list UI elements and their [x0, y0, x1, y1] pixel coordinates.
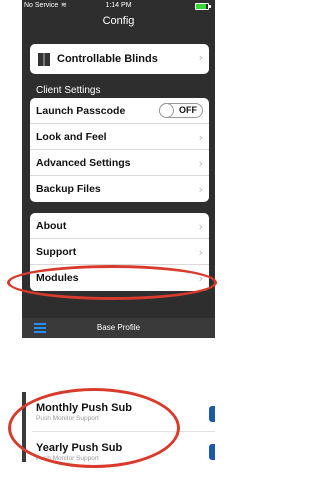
blinds-group: Controllable Blinds › — [30, 44, 209, 74]
look-and-feel-label: Look and Feel — [36, 130, 107, 143]
buy-button-monthly[interactable] — [209, 406, 215, 422]
toggle-state-label: OFF — [179, 105, 197, 115]
support-label: Support — [36, 245, 77, 258]
look-and-feel-row[interactable]: Look and Feel › — [30, 124, 209, 150]
toggle-knob — [159, 103, 174, 118]
controllable-blinds-row[interactable]: Controllable Blinds › — [30, 44, 209, 74]
about-row[interactable]: About › — [30, 213, 209, 239]
status-time: 1:14 PM — [105, 2, 132, 9]
advanced-settings-row[interactable]: Advanced Settings › — [30, 150, 209, 176]
about-label: About — [36, 219, 67, 232]
tab-bar: Base Profile — [22, 318, 215, 338]
backup-files-row[interactable]: Backup Files › — [30, 176, 209, 202]
chevron-right-icon: › — [198, 246, 203, 259]
chevron-right-icon: › — [198, 157, 203, 170]
chevron-right-icon: › — [198, 51, 203, 64]
buy-button-yearly[interactable] — [209, 444, 215, 460]
support-row[interactable]: Support › — [30, 239, 209, 265]
status-bar: No Service ≋ 1:14 PM — [22, 0, 215, 12]
subscriptions-highlight-oval — [8, 388, 180, 468]
base-profile-tab[interactable]: Base Profile — [22, 323, 215, 332]
chevron-right-icon: › — [198, 220, 203, 233]
battery-icon — [195, 3, 211, 10]
chevron-right-icon: › — [198, 183, 203, 196]
client-settings-group: Launch Passcode OFF Look and Feel › Adva… — [30, 98, 209, 202]
launch-passcode-row: Launch Passcode OFF — [30, 98, 209, 124]
launch-passcode-label: Launch Passcode — [36, 104, 126, 117]
chevron-right-icon: › — [198, 131, 203, 144]
advanced-settings-label: Advanced Settings — [36, 156, 131, 169]
page-title: Config — [102, 15, 135, 27]
modules-highlight-oval — [7, 265, 217, 300]
blinds-icon — [38, 52, 50, 66]
launch-passcode-toggle[interactable]: OFF — [159, 103, 203, 118]
controllable-blinds-label: Controllable Blinds — [57, 53, 158, 65]
client-settings-header: Client Settings — [36, 85, 101, 96]
backup-files-label: Backup Files — [36, 183, 101, 195]
